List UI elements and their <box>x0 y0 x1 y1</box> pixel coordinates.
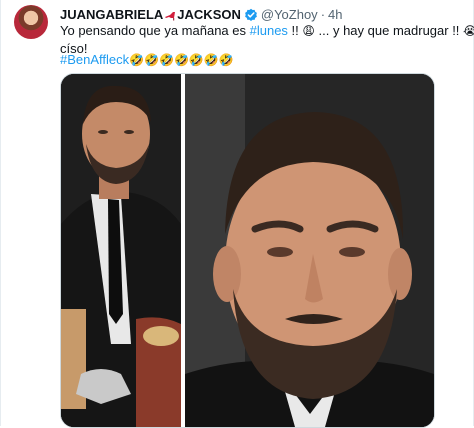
high-heels-icon <box>164 9 176 21</box>
text-part3: ... y hay que madrugar !! <box>314 23 464 38</box>
avatar[interactable] <box>14 5 48 39</box>
crying-face-emoji-icon: 😭 <box>463 24 474 38</box>
rolling-laughing-emoji-icons: 🤣🤣🤣🤣🤣🤣🤣 <box>129 53 234 67</box>
tweet-hashtag-line: #BenAffleck🤣🤣🤣🤣🤣🤣🤣 <box>60 51 234 69</box>
weary-face-emoji-icon: 😩 <box>302 24 315 38</box>
verified-badge-icon <box>244 8 258 22</box>
man-closeup-photo-icon <box>185 74 434 427</box>
hashtag-lunes[interactable]: #lunes <box>250 23 288 38</box>
tweet-card[interactable]: JUANGABRIELA JACKSON @YoZhoy · 4h Yo pen… <box>0 0 474 428</box>
text-part2: !! <box>287 23 303 38</box>
man-in-suit-photo-icon <box>61 74 181 427</box>
hashtag-benaffleck[interactable]: #BenAffleck <box>60 52 129 67</box>
media-photo-left[interactable] <box>61 74 181 427</box>
tweet-media[interactable] <box>60 73 435 428</box>
tweet-text-line-1: Yo pensando que ya mañana es #lunes !! 😩… <box>60 22 474 40</box>
media-photo-right[interactable] <box>185 74 434 427</box>
text-part1: Yo pensando que ya mañana es <box>60 23 250 38</box>
